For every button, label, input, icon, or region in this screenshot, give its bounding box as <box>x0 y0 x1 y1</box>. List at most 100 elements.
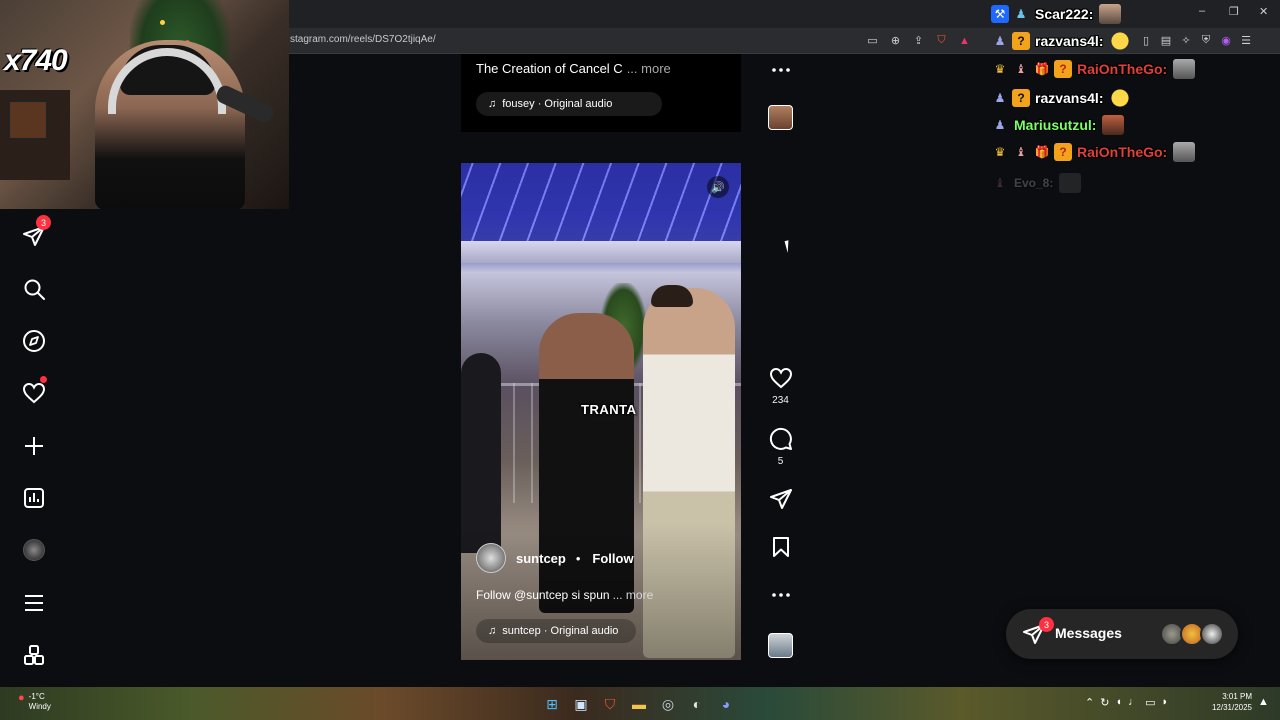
system-tray: ⌃ ↻ ◖ ♩ ▭ ◗ <box>1085 696 1168 709</box>
sidebar-item-create[interactable] <box>20 432 48 460</box>
discord-icon[interactable]: ◕ <box>715 693 737 715</box>
volume-icon[interactable]: ◗ <box>1162 696 1169 709</box>
leo-icon[interactable]: ◉ <box>1218 32 1234 49</box>
more-link[interactable]: ... more <box>627 61 671 76</box>
reel-caption[interactable]: The Creation of Cancel C... more <box>476 61 671 76</box>
share-icon[interactable]: ⇪ <box>910 32 927 49</box>
sub-badge-icon: ? <box>1012 89 1030 107</box>
task-view-icon[interactable]: ▣ <box>570 693 592 715</box>
comment-icon <box>769 427 792 450</box>
menu-icon[interactable]: ☰ <box>1238 32 1254 49</box>
more-link[interactable]: ... more <box>613 588 654 602</box>
sidebar-item-more[interactable] <box>20 589 48 617</box>
obs-icon[interactable]: ◐ <box>686 693 708 715</box>
maximize-icon[interactable]: ❐ <box>1229 5 1239 18</box>
brave-icon[interactable]: ⛉ <box>599 693 621 715</box>
fighter-badge-icon: ♟ <box>994 91 1006 105</box>
windows-start-icon[interactable]: ⊞ <box>541 693 563 715</box>
notification-dot <box>40 376 47 383</box>
chat-username: Mariusutzul: <box>1014 117 1097 133</box>
network-icon[interactable]: ▭ <box>1145 696 1155 709</box>
viewer-count: x740 <box>4 44 68 77</box>
sidebar-item-messages[interactable]: 3 <box>20 215 51 250</box>
zoom-icon[interactable]: ⊕ <box>887 32 904 49</box>
comment-button[interactable]: 5 <box>767 427 794 467</box>
chat-emote <box>1059 173 1082 193</box>
sync-icon[interactable]: ↻ <box>1100 696 1109 709</box>
chat-message: ♝ Evo_8: <box>991 172 1082 194</box>
audio-thumbnail[interactable] <box>768 633 793 658</box>
audio-pill[interactable]: ♫ fousey · Original audio <box>476 92 662 116</box>
sub-badge-icon: ? <box>1054 143 1072 161</box>
speaker-icon[interactable]: ◖ <box>1115 696 1122 709</box>
follow-button[interactable]: Follow <box>592 551 633 566</box>
chat-message: ♛ ♝ 🎁 ? RaiOnTheGo: <box>991 58 1196 80</box>
chat-username: RaiOnTheGo: <box>1077 144 1168 160</box>
chat-message: ⚒ ♟ Scar222: <box>991 3 1122 25</box>
audio-pill[interactable]: ♫ suntcep · Original audio <box>476 619 636 643</box>
explore-icon <box>23 330 45 352</box>
fighter-badge-icon: ♟ <box>994 118 1006 132</box>
heart-icon <box>22 382 46 404</box>
sub-badge-icon: ? <box>1054 60 1072 78</box>
instagram-sidebar: 3 <box>0 209 68 687</box>
like-button[interactable]: 234 <box>767 366 794 406</box>
sub-badge-icon: ? <box>1012 32 1030 50</box>
music-note-icon: ♫ <box>488 98 497 110</box>
music-note-icon: ♫ <box>488 625 497 637</box>
sidebar-item-notifications[interactable] <box>20 376 48 407</box>
more-button[interactable] <box>767 58 794 82</box>
author-name[interactable]: suntcep <box>516 551 566 566</box>
wallet-icon[interactable]: ▤ <box>1158 32 1174 49</box>
sidebar-item-search[interactable] <box>20 275 48 303</box>
apps-icon <box>24 645 44 665</box>
audio-thumbnail[interactable] <box>768 105 793 130</box>
rewards-icon[interactable]: ▲ <box>956 32 973 49</box>
vip-badge-icon: ♝ <box>1015 145 1027 159</box>
volume-icon: 🔊 <box>711 181 725 194</box>
more-button[interactable] <box>767 583 794 607</box>
brave-shield-icon[interactable]: ⛉ <box>933 32 950 49</box>
sidebar-item-dashboard[interactable] <box>20 484 48 512</box>
clock-date: 12/31/2025 <box>1211 703 1252 712</box>
steam-icon[interactable]: ◎ <box>657 693 679 715</box>
sidebar-icon[interactable]: ▯ <box>1138 32 1154 49</box>
toolbar-icons: ▯ ▤ ✧ ⛨ ◉ ☰ <box>1138 32 1254 49</box>
mic-icon[interactable]: ♩ <box>1128 696 1139 709</box>
fighter-badge-icon: ♟ <box>994 34 1006 48</box>
previous-reel[interactable]: The Creation of Cancel C... more ♫ fouse… <box>461 54 741 132</box>
separator-dot: • <box>575 550 581 566</box>
minimize-icon[interactable]: – <box>1199 5 1205 17</box>
save-button[interactable] <box>767 535 794 559</box>
notification-badge: 3 <box>36 215 51 230</box>
close-icon[interactable]: ✕ <box>1259 5 1268 18</box>
video-subtitle: TRANTA <box>581 402 637 417</box>
notification-bell-icon[interactable]: ▲ <box>1258 696 1269 708</box>
extensions-icon[interactable]: ✧ <box>1178 32 1194 49</box>
menu-icon <box>25 595 43 611</box>
messages-panel-button[interactable]: 3 Messages <box>1006 609 1238 659</box>
author-avatar[interactable] <box>476 543 506 573</box>
sidebar-item-profile[interactable] <box>20 536 48 564</box>
vpn-icon[interactable]: ⛨ <box>1198 32 1214 49</box>
url-text[interactable]: stagram.com/reels/DS7O2tjiqAe/ <box>290 34 436 45</box>
chat-emote <box>1102 115 1125 135</box>
file-explorer-icon[interactable]: ▬ <box>628 693 650 715</box>
volume-button[interactable]: 🔊 <box>707 176 729 198</box>
crown-badge-icon: ♛ <box>994 145 1006 159</box>
more-icon <box>771 68 790 72</box>
taskbar-apps: ⊞ ▣ ⛉ ▬ ◎ ◐ ◕ <box>541 693 737 715</box>
reel-caption[interactable]: Follow @suntcep si spun... more <box>476 588 653 602</box>
screen-icon[interactable]: ▭ <box>864 32 881 49</box>
sidebar-item-explore[interactable] <box>20 327 48 355</box>
chevron-up-icon[interactable]: ⌃ <box>1085 696 1094 709</box>
sidebar-item-apps[interactable] <box>20 641 48 669</box>
crown-badge-icon: ♛ <box>994 62 1006 76</box>
share-button[interactable] <box>767 487 794 511</box>
chat-emote <box>1173 59 1196 79</box>
windows-taskbar: ● -1°C Windy ⊞ ▣ ⛉ ▬ ◎ ◐ ◕ ⌃ ↻ ◖ ♩ ▭ ◗ 3… <box>0 687 1280 720</box>
taskbar-clock[interactable]: 3:01 PM 12/31/2025 <box>1206 691 1252 713</box>
weather-widget[interactable]: ● -1°C Windy <box>18 692 51 712</box>
reel-video[interactable]: TRANTA 🔊 suntcep • Follow Follow @suntce… <box>461 163 741 660</box>
weather-desc: Windy <box>28 702 51 711</box>
